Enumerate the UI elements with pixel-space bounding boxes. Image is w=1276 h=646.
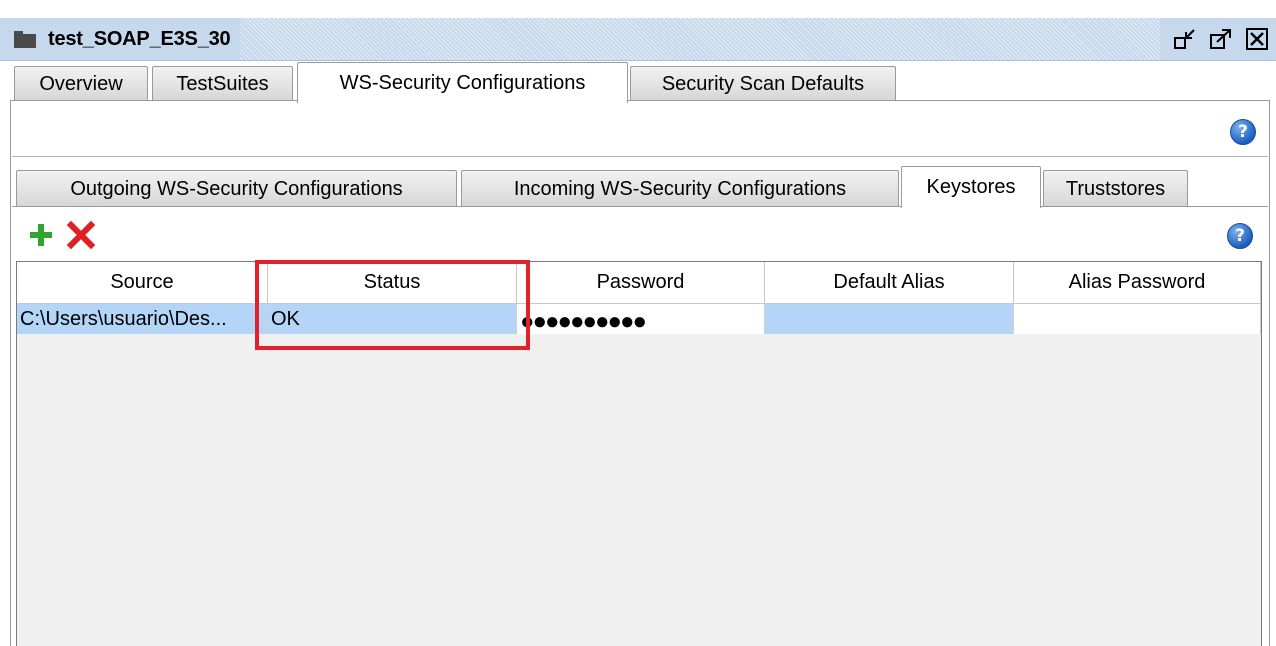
delete-x-icon xyxy=(66,220,96,250)
tab-label: Overview xyxy=(39,72,123,95)
tab-outgoing-ws-security[interactable]: Outgoing WS-Security Configurations xyxy=(16,170,457,207)
plus-icon xyxy=(30,224,52,246)
add-keystore-button[interactable] xyxy=(28,222,54,248)
tab-label: Keystores xyxy=(926,176,1016,198)
column-header-alias-password[interactable]: Alias Password xyxy=(1014,262,1261,304)
tab-label: Security Scan Defaults xyxy=(661,72,865,95)
close-icon[interactable] xyxy=(1244,26,1270,52)
keystores-table[interactable]: Source Status Password Default Alias Ali… xyxy=(16,261,1262,646)
tab-incoming-ws-security[interactable]: Incoming WS-Security Configurations xyxy=(461,170,899,207)
tab-ws-security-configurations[interactable]: WS-Security Configurations xyxy=(297,62,628,103)
cell-default-alias[interactable] xyxy=(765,304,1014,334)
tab-label: Truststores xyxy=(1065,177,1166,200)
help-icon[interactable]: ? xyxy=(1230,119,1256,145)
tab-testsuites[interactable]: TestSuites xyxy=(152,66,293,101)
tab-label: Incoming WS-Security Configurations xyxy=(513,177,847,200)
column-header-source[interactable]: Source xyxy=(17,262,268,304)
window-titlebar[interactable]: test_SOAP_E3S_30 xyxy=(0,18,1276,61)
restore-icon[interactable] xyxy=(1172,26,1198,52)
tab-security-scan-defaults[interactable]: Security Scan Defaults xyxy=(630,66,896,101)
remove-keystore-button[interactable] xyxy=(66,220,96,250)
inner-tab-divider xyxy=(12,206,1268,207)
tab-truststores[interactable]: Truststores xyxy=(1043,170,1188,207)
help-icon[interactable]: ? xyxy=(1227,223,1253,249)
window-title-text: test_SOAP_E3S_30 xyxy=(48,27,231,50)
tab-keystores[interactable]: Keystores xyxy=(901,166,1041,208)
cell-alias-password[interactable] xyxy=(1014,304,1261,334)
maximize-icon[interactable] xyxy=(1208,26,1234,52)
panel-separator xyxy=(12,156,1268,157)
column-header-password[interactable]: Password xyxy=(517,262,765,304)
folder-icon xyxy=(14,30,36,48)
password-mask: ●●●●●●●●●● xyxy=(520,308,647,334)
column-header-default-alias[interactable]: Default Alias xyxy=(765,262,1014,304)
highlight-box xyxy=(255,260,530,350)
window-title: test_SOAP_E3S_30 xyxy=(0,18,241,60)
cell-password[interactable]: ●●●●●●●●●● xyxy=(517,304,765,334)
window-buttons xyxy=(1160,18,1276,60)
tab-overview[interactable]: Overview xyxy=(14,66,148,101)
tab-label: Outgoing WS-Security Configurations xyxy=(70,177,403,200)
cell-source[interactable]: C:\Users\usuario\Des... xyxy=(17,304,268,334)
tab-label: TestSuites xyxy=(176,72,269,95)
tab-label: WS-Security Configurations xyxy=(339,71,586,94)
